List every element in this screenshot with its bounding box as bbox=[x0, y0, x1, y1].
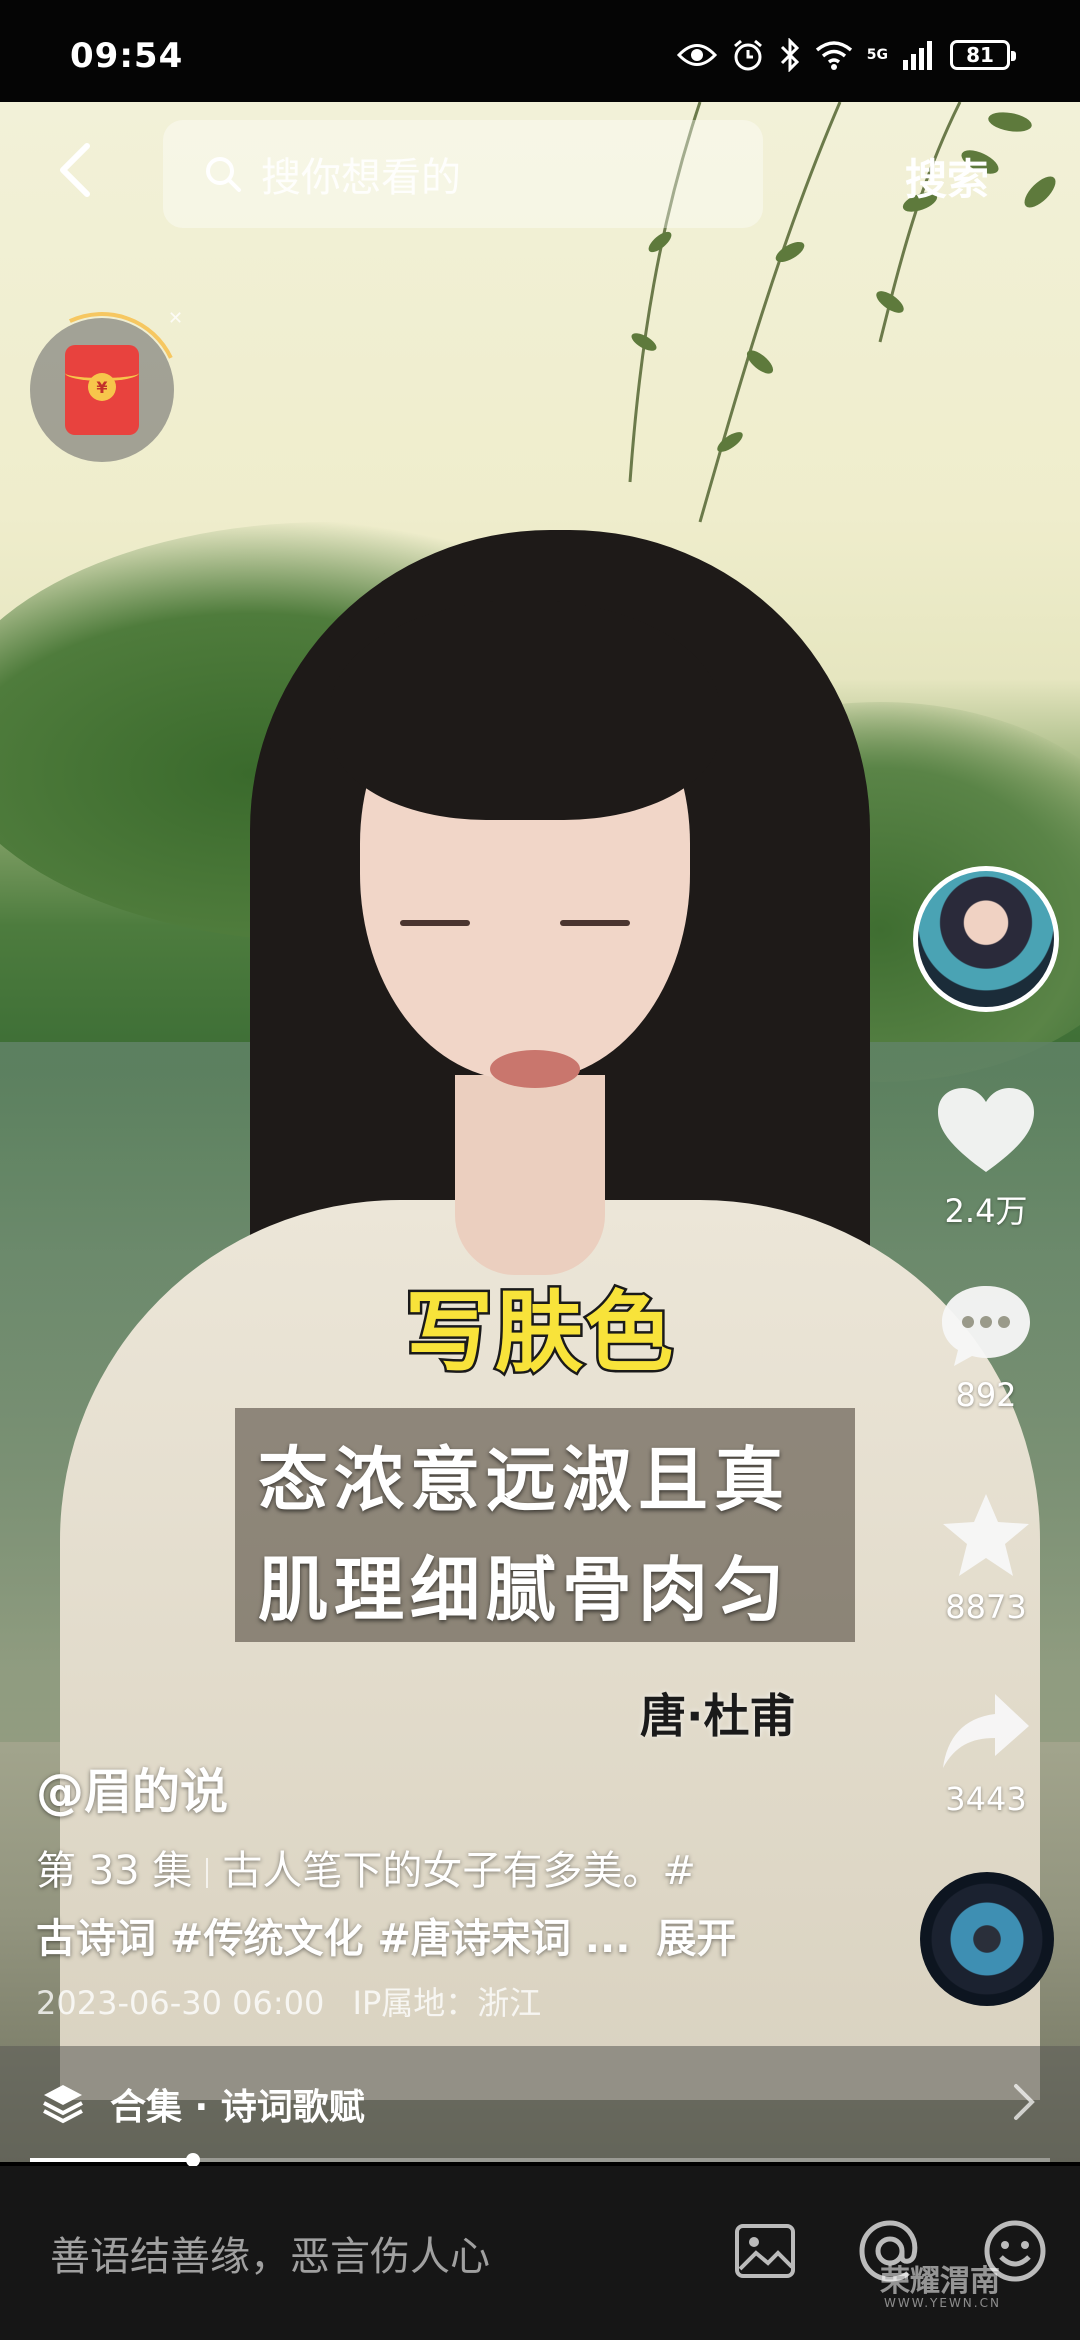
alarm-icon bbox=[733, 39, 762, 71]
layers-icon bbox=[43, 2085, 83, 2124]
watermark-logo: 荣耀渭南 bbox=[880, 2264, 1000, 2299]
post-date: 2023-06-30 06:00 bbox=[36, 1984, 325, 2022]
chevron-right-icon bbox=[1014, 2084, 1035, 2120]
playback-progress-bar[interactable] bbox=[30, 2153, 1050, 2167]
comment-icon bbox=[942, 1286, 1030, 1366]
playback-progress-handle[interactable] bbox=[186, 2153, 201, 2167]
post-meta: 2023-06-30 06:00 IP属地：浙江 bbox=[36, 1978, 541, 2024]
like-button[interactable]: 2.4万 bbox=[930, 1084, 1042, 1232]
signal-icon bbox=[903, 41, 932, 70]
watermark-url: WWW.YEWN.CN bbox=[884, 2296, 1001, 2310]
favorite-button[interactable]: 8873 bbox=[930, 1490, 1042, 1626]
caption-line-1: 第 33 集古人笔下的女子有多美。# bbox=[36, 1838, 696, 1896]
caption-text: 古人笔下的女子有多美。# bbox=[222, 1848, 696, 1894]
comment-input-bar[interactable]: 善语结善缘，恶言伤人心 bbox=[0, 2166, 1080, 2340]
red-packet-close-icon[interactable]: ✕ bbox=[168, 308, 183, 329]
comment-button[interactable]: 892 bbox=[930, 1282, 1042, 1414]
episode-label[interactable]: 第 33 集 bbox=[36, 1848, 192, 1894]
subtitle-author: 唐·杜甫 bbox=[640, 1689, 796, 1743]
network-label: 5G bbox=[866, 47, 888, 63]
person-bangs bbox=[330, 600, 720, 820]
battery-icon: 81 bbox=[950, 40, 1016, 70]
comment-input-placeholder[interactable]: 善语结善缘，恶言伤人心 bbox=[50, 2224, 490, 2282]
heart-icon bbox=[938, 1088, 1034, 1172]
like-count: 2.4万 bbox=[944, 1192, 1028, 1230]
search-button[interactable]: 搜索 bbox=[905, 146, 989, 207]
subtitle-highlight: 写肤色 bbox=[402, 1279, 676, 1387]
eye-icon bbox=[676, 44, 717, 66]
status-icons: 5G 81 bbox=[676, 38, 1016, 72]
search-icon bbox=[206, 157, 241, 192]
author-name[interactable]: @眉的说 bbox=[36, 1752, 228, 1822]
chevron-left-icon bbox=[60, 143, 90, 197]
search-input[interactable]: 搜你想看的 bbox=[163, 120, 763, 228]
battery-level: 81 bbox=[966, 43, 994, 67]
music-disc-icon[interactable] bbox=[920, 1872, 1054, 2006]
ip-location: IP属地：浙江 bbox=[352, 1984, 542, 2022]
caption-tags[interactable]: 古诗词 #传统文化 #唐诗宋词 ... bbox=[36, 1916, 630, 1962]
back-button[interactable] bbox=[40, 135, 110, 205]
red-packet-icon: ¥ bbox=[65, 345, 139, 435]
person-neck bbox=[455, 1075, 605, 1275]
subtitle-line-1: 态浓意远淑且真 bbox=[258, 1439, 790, 1521]
collection-label: 合集 · 诗词歌赋 bbox=[110, 2087, 365, 2128]
expand-button[interactable]: 展开 bbox=[656, 1916, 736, 1962]
person-eye-left bbox=[400, 920, 470, 926]
wifi-icon bbox=[815, 41, 852, 70]
status-bar: 09:54 5G 81 bbox=[0, 0, 1080, 102]
favorite-count: 8873 bbox=[945, 1588, 1027, 1626]
playback-progress-fill bbox=[30, 2158, 194, 2162]
episode-divider bbox=[206, 1858, 209, 1888]
share-arrow-icon bbox=[943, 1694, 1029, 1768]
author-avatar[interactable] bbox=[913, 866, 1059, 1012]
status-time: 09:54 bbox=[70, 36, 184, 76]
bluetooth-icon bbox=[780, 38, 799, 72]
star-icon bbox=[943, 1494, 1029, 1576]
search-placeholder: 搜你想看的 bbox=[261, 155, 461, 201]
image-icon bbox=[735, 2224, 795, 2278]
caption-line-2: 古诗词 #传统文化 #唐诗宋词 ... 展开 bbox=[36, 1906, 736, 1964]
person-lips bbox=[490, 1050, 580, 1088]
red-packet-button[interactable]: ¥ bbox=[30, 318, 174, 462]
collection-bar[interactable]: 合集 · 诗词歌赋 bbox=[0, 2046, 1080, 2162]
share-button[interactable]: 3443 bbox=[930, 1690, 1042, 1818]
person-eye-right bbox=[560, 920, 630, 926]
share-count: 3443 bbox=[945, 1780, 1027, 1818]
comment-count: 892 bbox=[955, 1376, 1017, 1414]
image-button[interactable] bbox=[730, 2216, 800, 2286]
subtitle-line-2: 肌理细腻骨肉匀 bbox=[258, 1549, 790, 1631]
